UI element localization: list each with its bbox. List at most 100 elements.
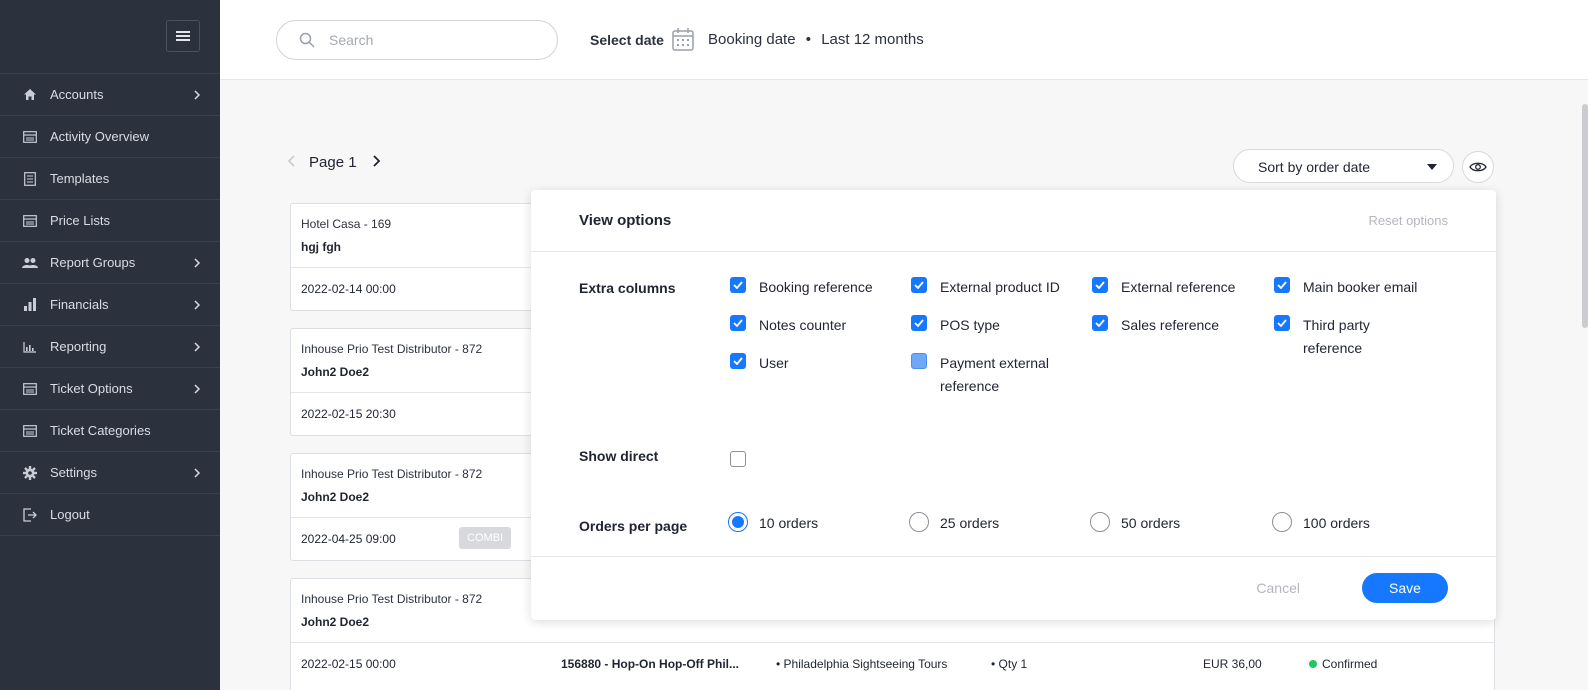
radio-25-orders[interactable]: 25 orders xyxy=(909,512,999,534)
checkbox-user[interactable]: User xyxy=(730,352,789,375)
sidebar-item-ticket-options[interactable]: Ticket Options xyxy=(0,368,220,410)
search-box[interactable] xyxy=(276,20,558,60)
sidebar-item-reporting[interactable]: Reporting xyxy=(0,326,220,368)
show-direct-label: Show direct xyxy=(579,448,659,464)
checkbox-sales-reference[interactable]: Sales reference xyxy=(1092,314,1219,337)
radio-10-orders[interactable]: 10 orders xyxy=(728,512,818,534)
sidebar-item-report-groups[interactable]: Report Groups xyxy=(0,242,220,284)
sidebar-item-ticket-categories[interactable]: Ticket Categories xyxy=(0,410,220,452)
checkbox-main-booker-email[interactable]: Main booker email xyxy=(1274,276,1417,299)
checkbox-box xyxy=(1274,277,1290,293)
page-label: Page 1 xyxy=(309,154,357,171)
sidebar-item-templates[interactable]: Templates xyxy=(0,158,220,200)
sidebar-item-accounts[interactable]: Accounts xyxy=(0,74,220,116)
checkbox-box xyxy=(730,315,746,331)
cancel-button[interactable]: Cancel xyxy=(1256,580,1300,596)
list-icon xyxy=(22,382,38,396)
sidebar-item-label: Activity Overview xyxy=(50,129,149,144)
next-page-icon[interactable] xyxy=(372,154,381,171)
checkbox-third-party-reference[interactable]: Third party reference xyxy=(1274,314,1424,360)
order-date: 2022-04-25 09:00 xyxy=(301,532,396,546)
checkbox-box xyxy=(1092,315,1108,331)
chevron-right-icon xyxy=(194,298,201,313)
reset-options-button[interactable]: Reset options xyxy=(1369,213,1449,228)
home-icon xyxy=(22,88,38,102)
search-input[interactable] xyxy=(329,32,529,48)
status-text: Confirmed xyxy=(1322,657,1378,671)
order-status: Confirmed xyxy=(1309,657,1377,671)
chevron-right-icon xyxy=(194,340,201,355)
view-options-modal: View options Reset options Extra columns… xyxy=(531,190,1496,620)
sidebar-item-logout[interactable]: Logout xyxy=(0,494,220,536)
eye-icon xyxy=(1469,162,1487,172)
line-chart-icon xyxy=(22,340,38,354)
sidebar: Accounts Activity Overview Templates Price … xyxy=(0,0,220,690)
previous-page-icon[interactable] xyxy=(287,154,295,171)
chevron-right-icon xyxy=(194,256,201,271)
gear-icon xyxy=(22,465,38,480)
checkbox-label: User xyxy=(759,355,789,371)
order-reference: 156880 - Hop-On Hop-Off Phil... xyxy=(561,657,740,671)
modal-title: View options xyxy=(579,212,672,229)
orders-per-page-label: Orders per page xyxy=(579,518,688,534)
radio-50-orders[interactable]: 50 orders xyxy=(1090,512,1180,534)
logout-icon xyxy=(22,507,38,522)
sort-dropdown[interactable]: Sort by order date xyxy=(1233,149,1454,183)
list-icon xyxy=(22,214,38,228)
checkbox-pos-type[interactable]: POS type xyxy=(911,314,1000,337)
sidebar-item-label: Financials xyxy=(50,297,109,312)
sidebar-item-activity-overview[interactable]: Activity Overview xyxy=(0,116,220,158)
save-button[interactable]: Save xyxy=(1362,573,1448,603)
sidebar-item-settings[interactable]: Settings xyxy=(0,452,220,494)
radio-label: 25 orders xyxy=(940,515,1000,531)
date-separator: • xyxy=(805,31,812,48)
caret-down-icon xyxy=(1427,164,1437,170)
date-filter[interactable]: Booking date • Last 12 months xyxy=(708,31,924,48)
search-icon xyxy=(299,32,315,48)
sidebar-item-price-lists[interactable]: Price Lists xyxy=(0,200,220,242)
order-price: EUR 36,00 xyxy=(1203,657,1262,671)
radio-100-orders[interactable]: 100 orders xyxy=(1272,512,1370,534)
checkbox-notes-counter[interactable]: Notes counter xyxy=(730,314,846,337)
radio-circle xyxy=(728,512,748,532)
sidebar-header xyxy=(0,0,220,74)
show-direct-checkbox[interactable] xyxy=(730,450,759,467)
checkbox-external-reference[interactable]: External reference xyxy=(1092,276,1235,299)
checkbox-label: Payment external reference xyxy=(940,355,1049,394)
sidebar-item-label: Templates xyxy=(50,171,110,186)
checkbox-payment-external-reference[interactable]: Payment external reference xyxy=(911,352,1061,398)
hamburger-icon xyxy=(176,31,190,41)
select-date-label: Select date xyxy=(590,32,664,48)
calendar-icon[interactable] xyxy=(672,27,694,51)
radio-circle xyxy=(1090,512,1110,532)
chevron-right-icon xyxy=(194,88,201,103)
users-icon xyxy=(22,256,38,270)
checkbox-box xyxy=(911,277,927,293)
modal-header: View options Reset options xyxy=(531,190,1496,252)
radio-label: 50 orders xyxy=(1121,515,1181,531)
sort-label: Sort by order date xyxy=(1258,159,1371,175)
menu-toggle-button[interactable] xyxy=(166,20,200,52)
checkbox-label: External reference xyxy=(1121,279,1236,295)
checkbox-booking-reference[interactable]: Booking reference xyxy=(730,276,873,299)
list-icon xyxy=(22,424,38,438)
radio-label: 100 orders xyxy=(1303,515,1370,531)
checkbox-box xyxy=(1092,277,1108,293)
sidebar-item-financials[interactable]: Financials xyxy=(0,284,220,326)
checkbox-label: POS type xyxy=(940,317,1000,333)
sidebar-item-label: Logout xyxy=(50,507,90,522)
radio-circle xyxy=(1272,512,1292,532)
document-icon xyxy=(22,171,38,186)
checkbox-label: Main booker email xyxy=(1303,279,1418,295)
top-bar: Select date Booking date • Last 12 month… xyxy=(220,0,1588,80)
list-icon xyxy=(22,130,38,144)
sidebar-item-label: Settings xyxy=(50,465,97,480)
radio-label: 10 orders xyxy=(759,515,819,531)
scrollbar[interactable] xyxy=(1582,104,1588,328)
view-options-button[interactable] xyxy=(1462,151,1494,183)
order-date: 2022-02-15 00:00 xyxy=(301,657,396,671)
sidebar-item-label: Accounts xyxy=(50,87,104,102)
extra-columns-label: Extra columns xyxy=(579,280,676,296)
combi-badge: COMBI xyxy=(459,527,512,549)
checkbox-external-product-id[interactable]: External product ID xyxy=(911,276,1060,299)
